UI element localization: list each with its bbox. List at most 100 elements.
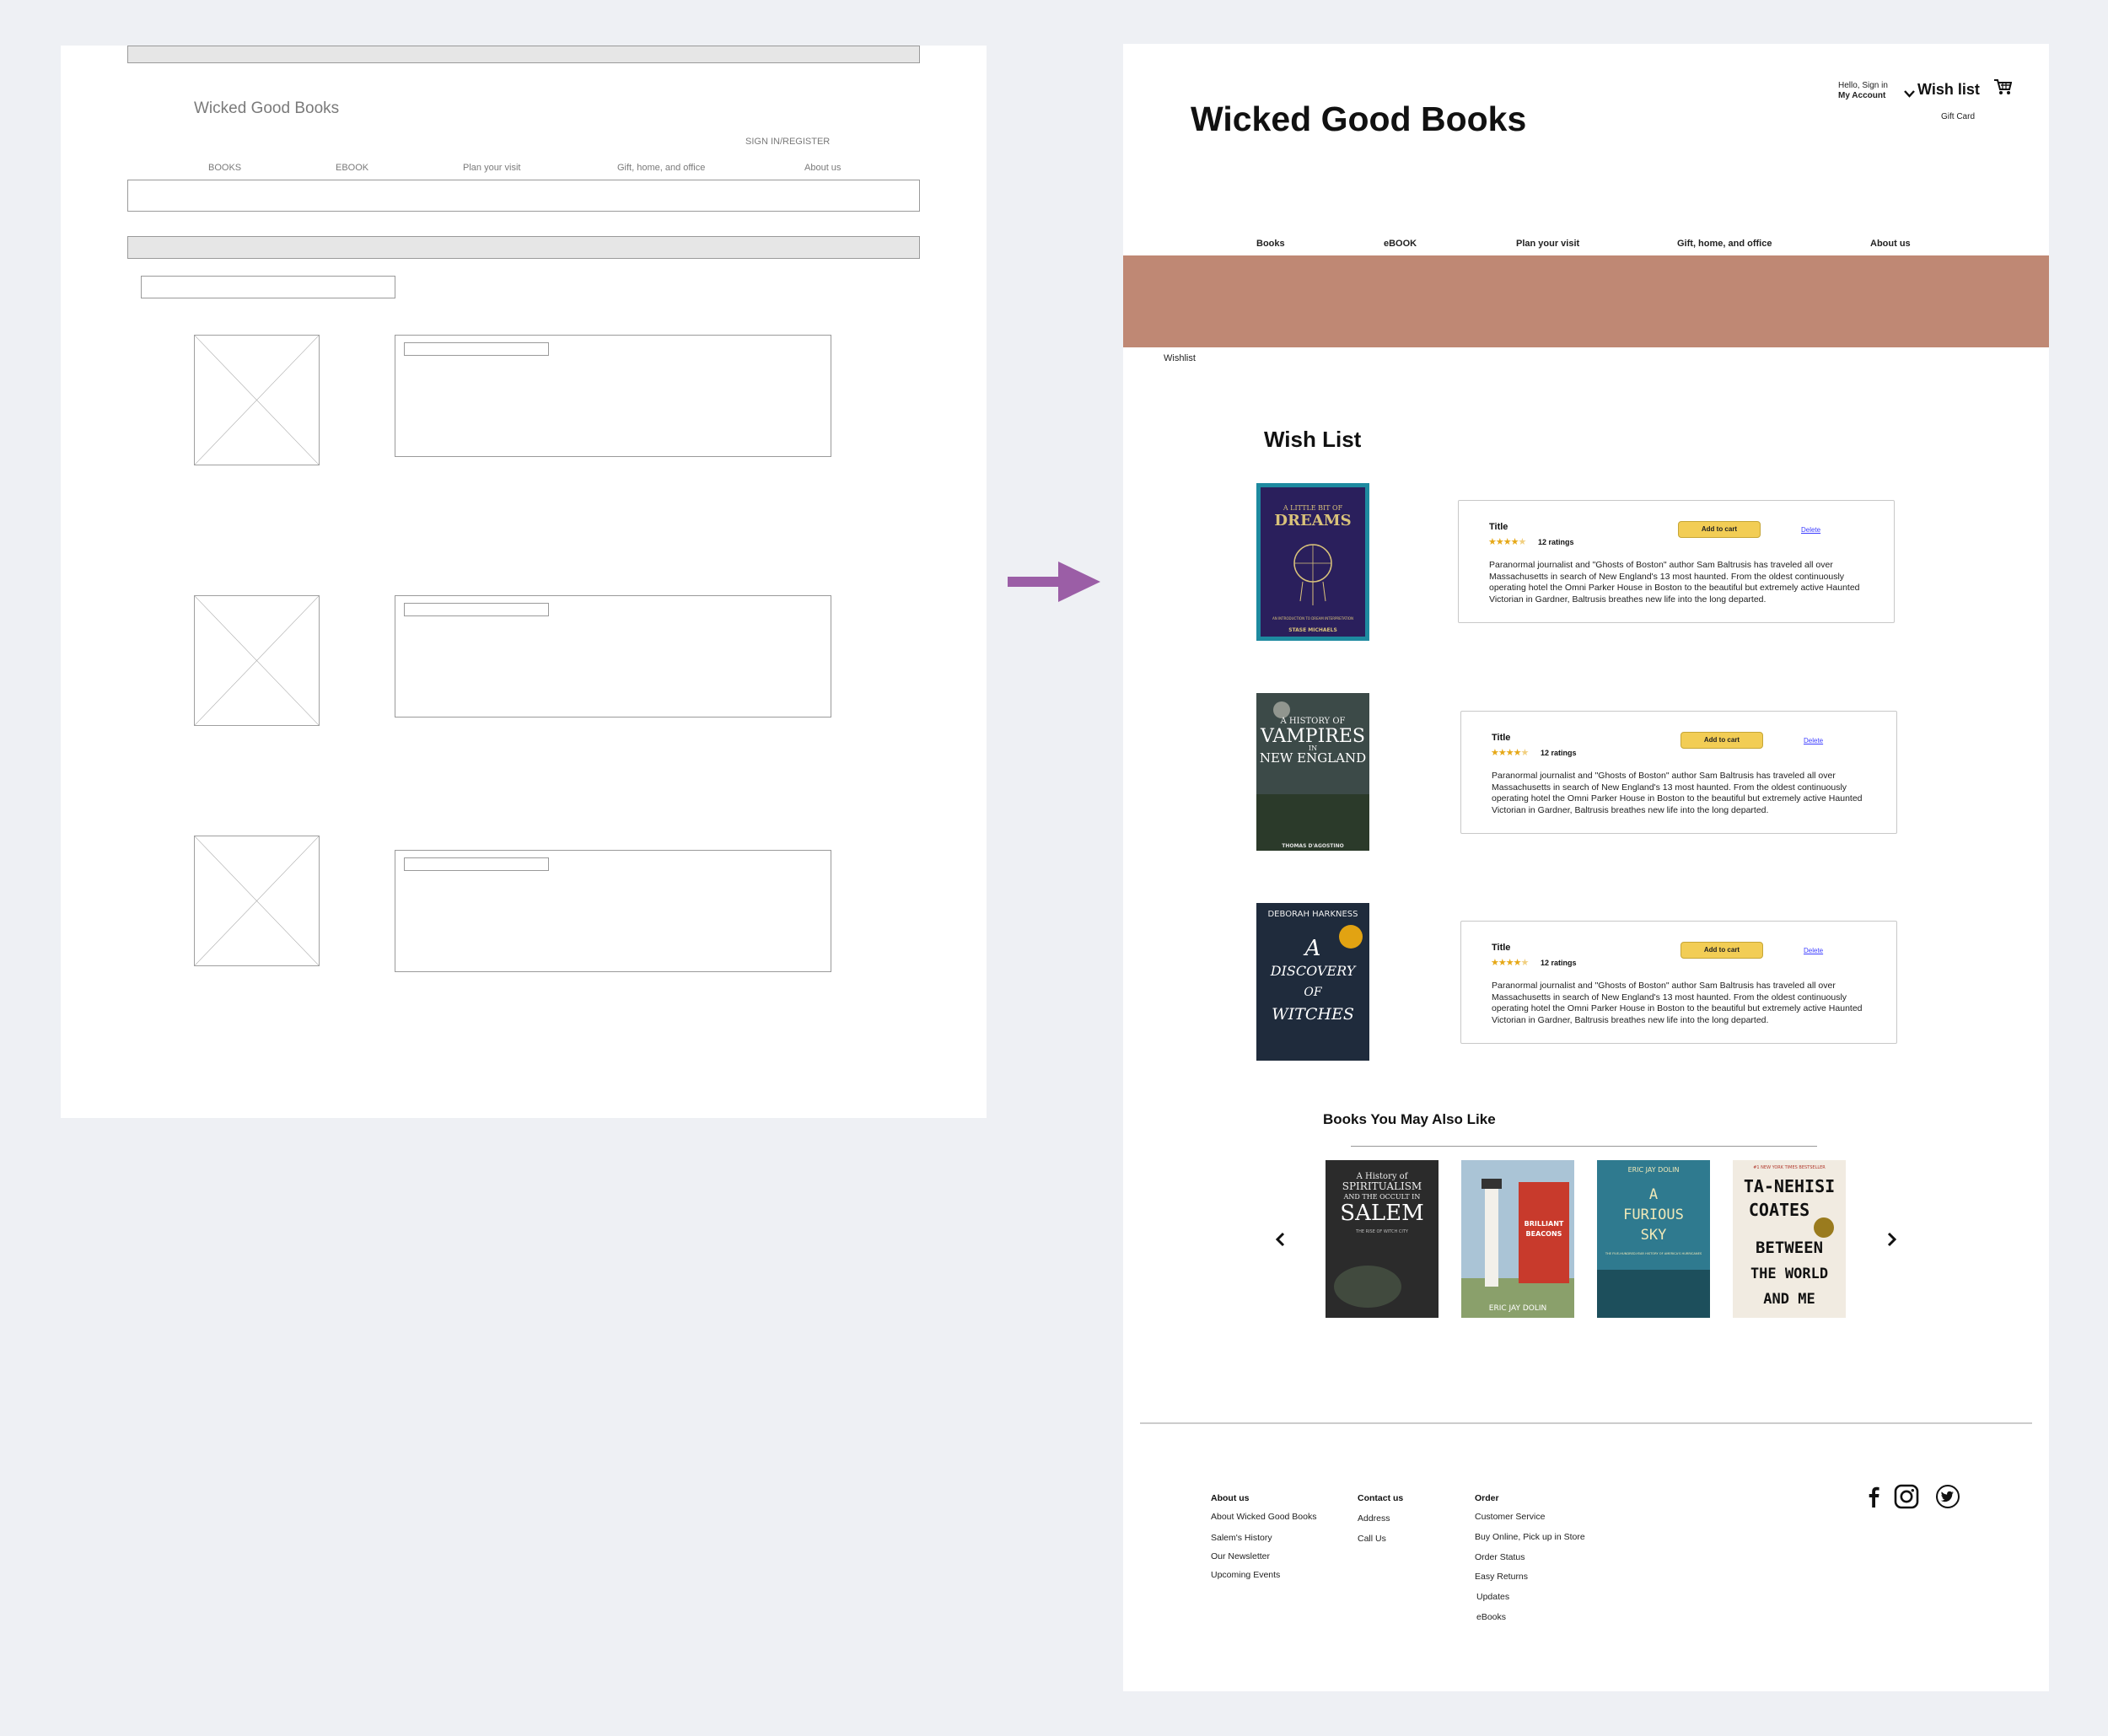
chevron-left-icon[interactable] (1273, 1231, 1288, 1248)
cover-line: AND THE OCCULT IN (1343, 1193, 1421, 1201)
star-rating: ★★★★★ (1491, 748, 1529, 758)
instagram-icon[interactable] (1894, 1484, 1919, 1509)
recommended-book[interactable]: #1 NEW YORK TIMES BESTSELLER TA-NEHISI C… (1733, 1160, 1846, 1318)
cover-line: BETWEEN (1756, 1239, 1823, 1257)
brand-logo[interactable]: Wicked Good Books (1191, 99, 1526, 139)
footer-heading: Contact us (1358, 1493, 1404, 1503)
item-title[interactable]: Title (1492, 733, 1510, 743)
cover-line: DEBORAH HARKNESS (1267, 910, 1358, 919)
cover-line: DISCOVERY (1270, 963, 1357, 979)
hero-banner (1123, 255, 2049, 347)
cover-line: A (1304, 936, 1321, 961)
cover-line: A HISTORY OF (1280, 717, 1346, 726)
cover-line: WITCHES (1272, 1005, 1354, 1024)
cover-line: SPIRITUALISM (1342, 1180, 1422, 1192)
wireframe-banner (127, 236, 920, 259)
footer-link[interactable]: Order Status (1475, 1552, 1525, 1562)
cover-line: THE WORLD (1750, 1266, 1828, 1282)
nav-books[interactable]: Books (1256, 239, 1285, 249)
cover-line: A LITTLE BIT OF (1283, 504, 1343, 512)
recommended-book[interactable]: BRILLIANT BEACONS ERIC JAY DOLIN (1461, 1160, 1574, 1318)
item-title[interactable]: Title (1492, 943, 1510, 953)
wireframe-nav-books: BOOKS (208, 163, 242, 173)
wireframe-sign-in: SIGN IN/REGISTER (745, 137, 831, 147)
twitter-icon[interactable] (1935, 1484, 1960, 1509)
cover-author: STASE MICHAELS (1288, 627, 1337, 633)
delete-link[interactable]: Delete (1801, 526, 1820, 534)
footer-link[interactable]: Buy Online, Pick up in Store (1475, 1532, 1585, 1542)
rating-count[interactable]: 12 ratings (1538, 538, 1574, 546)
nav-about-us[interactable]: About us (1870, 239, 1911, 249)
nav-ebook[interactable]: eBOOK (1384, 239, 1417, 249)
footer-link[interactable]: Our Newsletter (1211, 1551, 1270, 1561)
page-title: Wish List (1264, 427, 1362, 452)
cover-line: BRILLIANT (1525, 1220, 1564, 1228)
divider (1351, 1146, 1817, 1147)
chevron-down-icon (1904, 90, 1915, 98)
footer-divider (1140, 1422, 2032, 1424)
rating-count[interactable]: 12 ratings (1541, 959, 1577, 967)
add-to-cart-button[interactable]: Add to cart (1678, 521, 1761, 538)
footer-link[interactable]: Upcoming Events (1211, 1570, 1280, 1580)
nav-gift-home-office[interactable]: Gift, home, and office (1677, 239, 1772, 249)
cover-line: ERIC JAY DOLIN (1628, 1166, 1680, 1174)
account-menu[interactable]: Hello, Sign in My Account (1838, 81, 1915, 101)
arrow-right-icon (1008, 562, 1100, 602)
footer-heading: Order (1475, 1493, 1499, 1503)
delete-link[interactable]: Delete (1804, 737, 1823, 744)
wishlist-card: Title ★★★★★ 12 ratings Add to cart Delet… (1458, 500, 1895, 623)
recommended-book[interactable]: A History of SPIRITUALISM AND THE OCCULT… (1326, 1160, 1438, 1318)
wireframe-nav-plan: Plan your visit (463, 163, 521, 173)
book-cover[interactable]: A LITTLE BIT OF DREAMS AN INTRODUCTION T… (1256, 483, 1369, 641)
cover-line: COATES (1749, 1200, 1810, 1220)
footer-link[interactable]: eBooks (1476, 1612, 1506, 1622)
footer-link[interactable]: Easy Returns (1475, 1572, 1528, 1582)
cover-line: SKY (1641, 1227, 1667, 1244)
facebook-icon[interactable] (1861, 1484, 1886, 1509)
item-description: Paranormal journalist and "Ghosts of Bos… (1492, 771, 1863, 815)
wireframe-breadcrumb (141, 276, 395, 298)
wireframe-nav-gift: Gift, home, and office (617, 163, 706, 173)
footer-link[interactable]: About Wicked Good Books (1211, 1512, 1316, 1522)
wireframe-card (395, 850, 831, 972)
wireframe-card (395, 595, 831, 718)
chevron-right-icon[interactable] (1884, 1231, 1899, 1248)
footer-link[interactable]: Salem's History (1211, 1533, 1272, 1543)
recommendations-heading: Books You May Also Like (1323, 1111, 1496, 1127)
item-title[interactable]: Title (1489, 522, 1508, 532)
cover-top-line: #1 NEW YORK TIMES BESTSELLER (1753, 1165, 1826, 1170)
wireframe-panel: Wicked Good Books SIGN IN/REGISTER BOOKS… (61, 46, 987, 1118)
nav-plan-your-visit[interactable]: Plan your visit (1516, 239, 1579, 249)
cart-icon[interactable] (1993, 78, 2012, 96)
rating-count[interactable]: 12 ratings (1541, 749, 1577, 757)
wishlist-link[interactable]: Wish list (1917, 81, 1980, 99)
cover-line: TA-NEHISI (1744, 1176, 1835, 1196)
cover-author: ERIC JAY DOLIN (1489, 1304, 1546, 1313)
delete-link[interactable]: Delete (1804, 947, 1823, 954)
recommended-book[interactable]: ERIC JAY DOLIN A FURIOUS SKY THE FIVE-HU… (1597, 1160, 1710, 1318)
wireframe-top-bar (127, 46, 920, 63)
star-rating: ★★★★★ (1488, 537, 1526, 547)
cover-line: FURIOUS (1623, 1207, 1684, 1223)
item-description: Paranormal journalist and "Ghosts of Bos… (1492, 981, 1863, 1025)
book-cover[interactable]: DEBORAH HARKNESS A DISCOVERY OF WITCHES (1256, 903, 1369, 1061)
mockup-panel: Wicked Good Books Hello, Sign in My Acco… (1123, 44, 2049, 1691)
footer-link[interactable]: Address (1358, 1513, 1390, 1524)
cover-subtitle: THE FIVE-HUNDRED-YEAR HISTORY OF AMERICA… (1605, 1252, 1702, 1255)
greeting-text: Hello, Sign in (1838, 81, 1888, 90)
book-cover[interactable]: A HISTORY OF VAMPIRES IN NEW ENGLAND THO… (1256, 693, 1369, 851)
wishlist-card: Title ★★★★★ 12 ratings Add to cart Delet… (1460, 711, 1897, 834)
footer-link[interactable]: Customer Service (1475, 1512, 1545, 1522)
footer-link[interactable]: Call Us (1358, 1534, 1386, 1544)
breadcrumb[interactable]: Wishlist (1164, 353, 1196, 363)
add-to-cart-button[interactable]: Add to cart (1680, 732, 1763, 749)
cover-author: THOMAS D'AGOSTINO (1282, 843, 1344, 849)
add-to-cart-button[interactable]: Add to cart (1680, 942, 1763, 959)
cover-line: DREAMS (1274, 512, 1351, 529)
gift-card-link[interactable]: Gift Card (1941, 112, 1975, 121)
cover-subtitle: THE RISE OF WITCH CITY (1355, 1229, 1409, 1234)
footer-link[interactable]: Updates (1476, 1592, 1509, 1602)
wireframe-image-placeholder (194, 595, 320, 726)
wireframe-card (395, 335, 831, 457)
wireframe-brand: Wicked Good Books (194, 99, 340, 117)
